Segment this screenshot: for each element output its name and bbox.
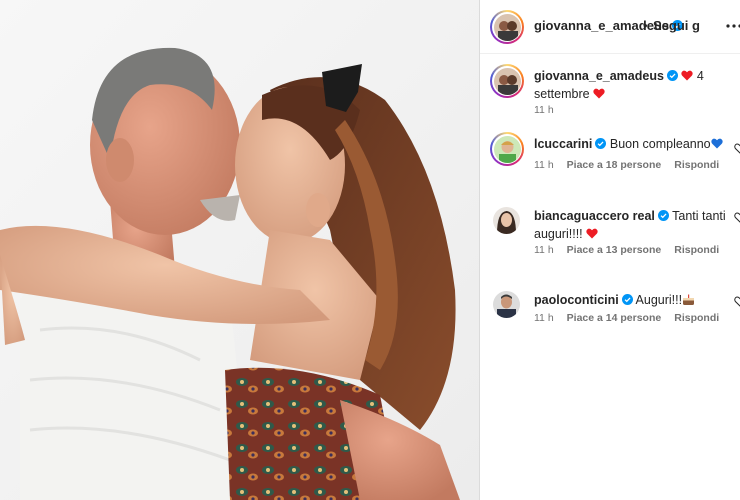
comment-text: lcuccarini Buon compleanno: [534, 135, 729, 153]
verified-badge-icon: [657, 210, 669, 221]
verified-badge-icon: [666, 70, 678, 81]
comment-time: 11 h: [534, 312, 554, 324]
caption-meta: 11 h: [534, 104, 554, 116]
commenter-avatar[interactable]: [490, 132, 524, 166]
comment-item: paoloconticini Auguri!!! 11 h Piace a 14…: [480, 288, 740, 333]
comment-body: Buon compleanno: [609, 137, 711, 151]
caption-time: 11 h: [534, 104, 554, 116]
cake-emoji-icon: [683, 294, 695, 305]
comment-likes[interactable]: Piace a 13 persone: [567, 244, 662, 256]
caption-username[interactable]: giovanna_e_amadeus: [534, 69, 664, 83]
commenter-avatar[interactable]: [493, 207, 520, 234]
reply-button[interactable]: Rispondi: [674, 244, 719, 256]
heart-outline-icon[interactable]: [734, 143, 740, 154]
post-header: giovanna_e_amadeus • Segui g: [480, 0, 740, 54]
author-avatar[interactable]: [490, 10, 524, 44]
couple-photo-illustration: [0, 0, 479, 500]
more-options-icon[interactable]: [726, 23, 740, 29]
comments-panel: giovanna_e_amadeus • Segui g giovanna_e_…: [480, 0, 740, 500]
header-separator: •: [643, 18, 648, 33]
verified-badge-icon: [621, 294, 633, 305]
comment-time: 11 h: [534, 244, 554, 256]
reply-button[interactable]: Rispondi: [674, 159, 719, 171]
comment-text: paoloconticini Auguri!!!: [534, 291, 729, 309]
commenter-username[interactable]: paoloconticini: [534, 293, 619, 307]
comment-item: lcuccarini Buon compleanno 11 h Piace a …: [480, 132, 740, 177]
comment-likes[interactable]: Piace a 14 persone: [567, 312, 662, 324]
comment-item: biancaguaccero real Tanti tanti auguri!!…: [480, 204, 740, 264]
commenter-avatar[interactable]: [493, 291, 520, 318]
comment-body: Auguri!!!: [635, 293, 683, 307]
heart-outline-icon[interactable]: [734, 296, 740, 307]
comment-meta: 11 h Piace a 14 persone Rispondi: [534, 312, 719, 324]
comment-meta: 11 h Piace a 18 persone Rispondi: [534, 159, 719, 171]
comment-likes[interactable]: Piace a 18 persone: [567, 159, 662, 171]
comment-meta: 11 h Piace a 13 persone Rispondi: [534, 244, 719, 256]
follow-button[interactable]: Segui g: [653, 18, 715, 33]
red-heart-emoji-icon: [593, 88, 605, 99]
comment-text: biancaguaccero real Tanti tanti auguri!!…: [534, 207, 729, 243]
reply-button[interactable]: Rispondi: [674, 312, 719, 324]
caption: giovanna_e_amadeus 4 settembre 11 h: [480, 64, 740, 124]
heart-outline-icon[interactable]: [734, 212, 740, 223]
commenter-username[interactable]: biancaguaccero real: [534, 209, 655, 223]
post-photo[interactable]: [0, 0, 479, 500]
caption-text: giovanna_e_amadeus 4 settembre: [534, 67, 729, 103]
caption-author-avatar[interactable]: [490, 64, 524, 98]
red-heart-emoji-icon: [681, 70, 694, 81]
verified-badge-icon: [595, 138, 607, 149]
commenter-username[interactable]: lcuccarini: [534, 137, 592, 151]
comment-time: 11 h: [534, 159, 554, 171]
red-heart-emoji-icon: [586, 228, 598, 239]
blue-heart-emoji-icon: [710, 138, 723, 149]
